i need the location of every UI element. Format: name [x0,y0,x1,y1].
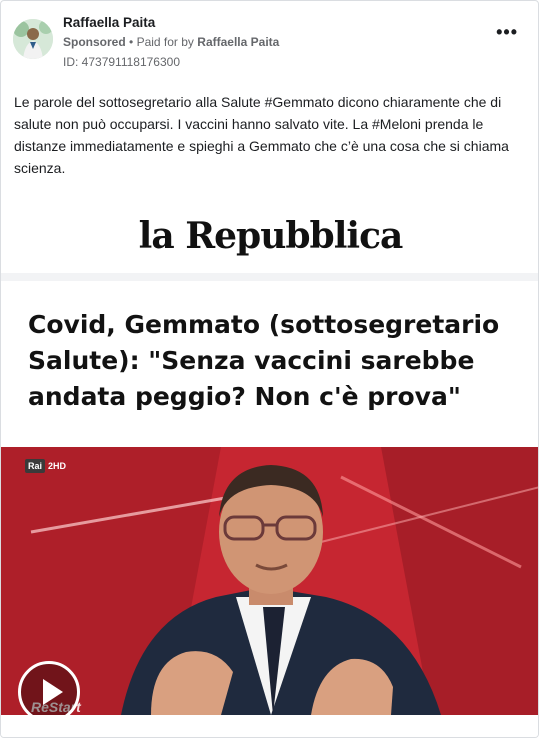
post-text: Le parole del sottosegretario alla Salut… [14,94,509,176]
avatar[interactable] [13,19,53,59]
sponsored-label: Sponsored [63,35,126,49]
channel-brand: Rai [25,459,46,473]
separator: • [129,35,134,49]
sponsored-line: Sponsored • Paid for by Raffaella Paita [63,35,279,49]
author-name[interactable]: Raffaella Paita [63,15,155,30]
more-options-icon[interactable]: ••• [496,23,518,41]
article-headline: Covid, Gemmato (sottosegretario Salute):… [28,310,500,411]
video-frame [1,447,538,715]
ad-card: Raffaella Paita Sponsored • Paid for by … [0,0,539,738]
ad-id: ID: 473791118176300 [63,55,180,69]
channel-name: 2HD [48,461,67,471]
paid-for-name[interactable]: Raffaella Paita [197,35,279,49]
media-logo-panel: la Repubblica [1,177,538,274]
video-player[interactable]: Rai 2HD ReStart [1,447,538,715]
headline-panel: Covid, Gemmato (sottosegretario Salute):… [1,281,538,447]
post-header: Raffaella Paita Sponsored • Paid for by … [13,13,526,73]
paid-for-prefix: Paid for by [136,35,194,49]
channel-badge: Rai 2HD [25,459,66,473]
publication-logo: la Repubblica [138,215,404,257]
play-icon[interactable] [18,661,80,715]
divider [1,273,538,281]
card-footer [1,715,538,737]
